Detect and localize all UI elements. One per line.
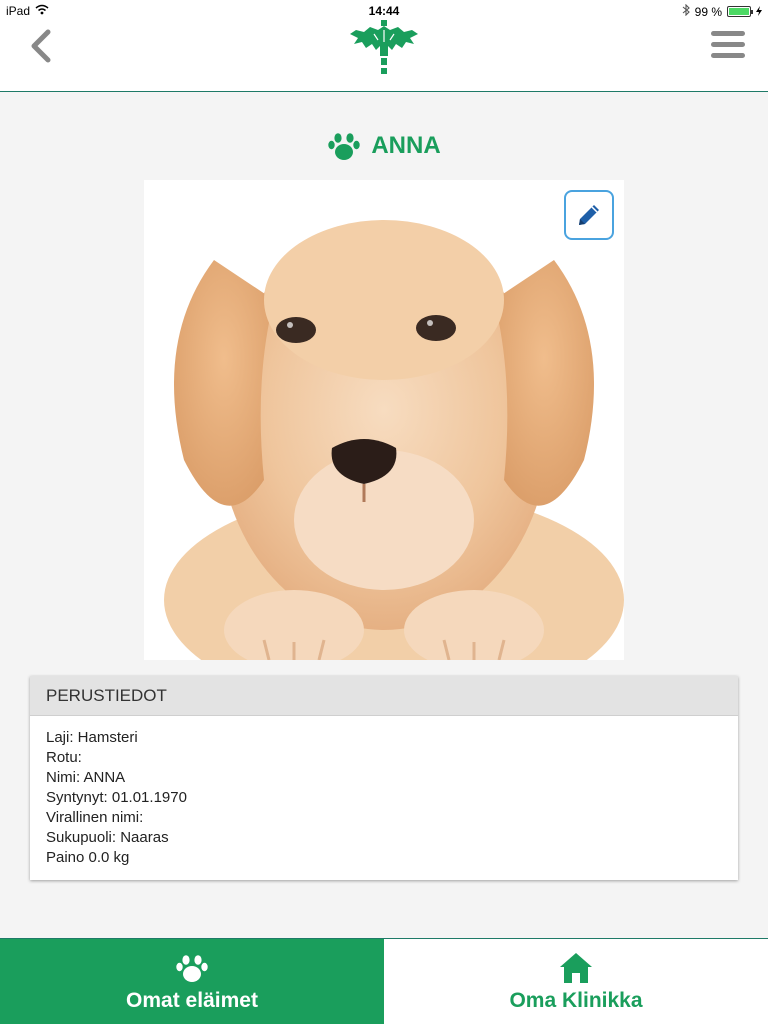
tab-bar: Omat eläimet Oma Klinikka	[0, 938, 768, 1024]
tab-my-clinic-label: Oma Klinikka	[509, 988, 643, 1012]
info-species: Laji: Hamsteri	[46, 729, 138, 746]
tab-my-animals[interactable]: Omat eläimet	[0, 939, 384, 1024]
info-official-name: Virallinen nimi:	[46, 809, 144, 826]
puppy-image	[144, 180, 624, 660]
edit-photo-button[interactable]	[564, 190, 614, 240]
tab-my-animals-label: Omat eläimet	[126, 988, 258, 1012]
chevron-left-icon	[31, 29, 51, 63]
basic-info-card: PERUSTIEDOT Laji: Hamsteri Rotu: Nimi: A…	[30, 676, 738, 880]
hamburger-menu-icon	[711, 31, 745, 58]
battery-percent: 99 %	[694, 4, 722, 19]
pet-header: ANNA	[0, 126, 768, 166]
paw-icon	[328, 133, 361, 160]
bluetooth-icon	[682, 3, 690, 19]
university-logo	[346, 12, 422, 80]
menu-button[interactable]	[710, 30, 746, 60]
battery-icon	[727, 6, 753, 17]
back-button[interactable]	[24, 26, 60, 66]
card-title: PERUSTIEDOT	[30, 676, 738, 716]
info-breed: Rotu:	[46, 749, 82, 766]
pet-photo	[144, 180, 624, 660]
info-sex: Sukupuoli: Naaras	[46, 829, 169, 846]
info-name: Nimi: ANNA	[46, 769, 126, 786]
pet-name: ANNA	[371, 132, 441, 159]
info-birthdate: Syntynyt: 01.01.1970	[46, 789, 187, 806]
battery-level-fill	[729, 8, 749, 15]
tab-my-clinic[interactable]: Oma Klinikka	[384, 939, 768, 1024]
card-body: Laji: Hamsteri Rotu: Nimi: ANNA Syntynyt…	[30, 716, 738, 880]
paw-icon	[176, 954, 208, 982]
info-weight: Paino 0.0 kg	[46, 849, 130, 866]
charging-icon	[756, 5, 762, 19]
nav-bar	[0, 20, 768, 92]
home-icon	[560, 952, 592, 983]
pencil-icon	[579, 205, 599, 225]
